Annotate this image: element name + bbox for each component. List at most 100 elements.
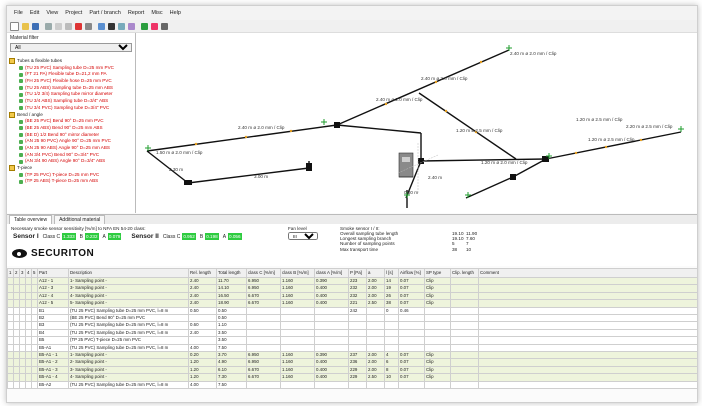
table-row[interactable]: B5-A1 - 3 3- Sampling point -1.20 6.10 6.67… xyxy=(7,365,697,375)
cell-a: 0.400 xyxy=(314,291,349,301)
cell-part: B1 xyxy=(37,306,69,316)
column-header[interactable]: a xyxy=(366,268,385,278)
table-row[interactable]: A12 - 1 1- Sampling point -2.40 11.70 6.950… xyxy=(7,276,697,286)
menu-file[interactable]: File xyxy=(14,10,23,16)
tree-group[interactable]: Bend / angle xyxy=(9,112,133,119)
column-header[interactable]: l [s] xyxy=(384,268,399,278)
cell-c xyxy=(246,328,281,338)
sampling-point-icon[interactable] xyxy=(321,119,327,125)
cell-al: 2.00 xyxy=(366,284,385,293)
tree-item[interactable]: (TU 3/4 ABS) Sampling tube D=3/4" ABS xyxy=(9,98,133,105)
zoom-icon[interactable] xyxy=(118,22,125,30)
column-header[interactable]: SP type xyxy=(424,268,451,278)
cell-comment xyxy=(478,291,697,301)
menu-project[interactable]: Project xyxy=(65,10,82,16)
tree-label: (FH 25 PVC) Flexible hose D=25 mm PVC xyxy=(25,78,112,84)
column-header[interactable]: Total length xyxy=(216,268,247,278)
cell-a: 0.400 xyxy=(314,373,349,382)
cell-rel: 2.40 xyxy=(188,328,217,338)
table-row[interactable]: B5-A1 - 1 1- Sampling point -0.20 3.70 6.95… xyxy=(7,351,697,360)
part-icon xyxy=(19,92,23,97)
tree-item[interactable]: (AN 3/4 90 ABS) Angle 90° D=3/4" ABS xyxy=(9,158,133,165)
table-row[interactable]: A12 - 4 4- Sampling point -2.40 16.50 6.670… xyxy=(7,291,697,301)
menu-view[interactable]: View xyxy=(46,10,58,16)
table-row[interactable]: B5-A2 (TU 25 PVC) Sampling tube D=25 mm P… xyxy=(7,380,697,390)
paste-icon[interactable] xyxy=(65,22,72,30)
table-icon[interactable] xyxy=(98,22,105,30)
undo-icon[interactable] xyxy=(85,22,92,30)
angle-icon[interactable] xyxy=(151,22,158,30)
table-row[interactable]: B3 (TU 25 PVC) Sampling tube D=25 mm PVC,… xyxy=(7,321,697,330)
tree-item[interactable]: (TU 25 PVC) Sampling tube D=25 mm PVC xyxy=(9,65,133,72)
column-header[interactable]: class A [%/m] xyxy=(314,268,349,278)
copy-icon[interactable] xyxy=(55,22,62,30)
table-row[interactable]: B4 (TU 25 PVC) Sampling tube D=25 mm PVC,… xyxy=(7,328,697,338)
print-icon[interactable] xyxy=(45,22,52,30)
table-row[interactable]: A12 - 3 3- Sampling point -2.40 14.10 6.950… xyxy=(7,284,697,293)
tree-label: (AN 3/4 PVC) Bend 90° D=3/4" PVC xyxy=(25,151,100,157)
tab-table-overview[interactable]: Table overview xyxy=(9,215,53,224)
column-header[interactable]: class B [%/m] xyxy=(280,268,315,278)
tree-item[interactable]: (TU 3/4 PVC) Sampling tube D=3/4" PVC xyxy=(9,105,133,112)
tree-item[interactable]: (BE 25 PVC) Bend 90° D=25 mm PVC xyxy=(9,118,133,125)
cell-p: 232 xyxy=(348,284,367,293)
open-folder-icon[interactable] xyxy=(22,22,29,30)
tree-item[interactable]: (BE D) 1/2 Bend 90° mirror diameter xyxy=(9,132,133,139)
detector-unit[interactable] xyxy=(398,152,414,178)
tree-group[interactable]: T-piece xyxy=(9,165,133,172)
cell-sp: Clip xyxy=(424,373,451,382)
column-header[interactable]: Rel. length xyxy=(188,268,217,278)
column-header[interactable]: Airflow [%] xyxy=(398,268,425,278)
tree-item[interactable]: (AN 25 90 ABS) Angle 90° D=25 mm ABS xyxy=(9,145,133,152)
table-row[interactable]: B5-A1 - 2 2- Sampling point -1.20 4.90 6.95… xyxy=(7,358,697,367)
table-row[interactable]: A12 - 5 5- Sampling point -2.40 18.90 6.670… xyxy=(7,299,697,308)
sampling-point-icon[interactable] xyxy=(678,126,684,132)
tree-item[interactable]: (AN 25 90 PVC) Angle 90° D=25 mm PVC xyxy=(9,138,133,145)
tree-item[interactable]: (TU 1/2 3/4) Sampling tube mirror diamet… xyxy=(9,91,133,98)
column-header[interactable]: Part xyxy=(37,268,69,278)
material-filter-select[interactable]: All xyxy=(10,43,132,52)
delete-icon[interactable] xyxy=(75,22,82,30)
add-point-icon[interactable] xyxy=(141,22,148,30)
cell-al xyxy=(366,343,385,353)
tab-additional-material[interactable]: Additional material xyxy=(54,215,106,224)
cell-comment xyxy=(478,380,697,390)
cell-c: 6.950 xyxy=(246,284,281,293)
tree-item[interactable]: (TP 25 ABS) T-piece D=25 mm ABS xyxy=(9,178,133,185)
tree-item[interactable]: (BE 25 ABS) Bend 90° D=25 mm ABS xyxy=(9,125,133,132)
cell-clip-length xyxy=(450,373,479,382)
fan-level-select[interactable]: III xyxy=(288,232,318,240)
tree-item[interactable]: (FT 21 PA) Flexible tube D=21,2 mm PA xyxy=(9,71,133,78)
table-row[interactable]: B2 (BE 25 PVC) Bend 90° D=25 mm PVC 0.50 xyxy=(7,314,697,323)
column-header[interactable]: P [Pa] xyxy=(348,268,367,278)
cell-tot: 6.10 xyxy=(216,365,247,375)
tree-item[interactable]: (FH 25 PVC) Flexible hose D=25 mm PVC xyxy=(9,78,133,85)
tree-item[interactable]: (AN 3/4 PVC) Bend 90° D=3/4" PVC xyxy=(9,152,133,159)
sampling-point-icon[interactable] xyxy=(465,192,471,198)
column-header[interactable]: Comment xyxy=(478,268,697,278)
dropdown-tool-icon[interactable] xyxy=(161,22,168,30)
menu-report[interactable]: Report xyxy=(128,10,145,16)
table-row[interactable]: B5 (TP 25 PVC) T-piece D=25 mm PVC 3.50 xyxy=(7,336,697,345)
piping-drawing-canvas[interactable]: 2.40 m ø 2.0 mm / Clip 2.40 m ø 2.0 mm /… xyxy=(136,33,697,213)
menu-misc[interactable]: Misc xyxy=(151,10,162,16)
cell-p xyxy=(348,321,367,330)
table-row[interactable]: B1 (TU 25 PVC) Sampling tube D=25 mm PVC,… xyxy=(7,306,697,316)
menu-help[interactable]: Help xyxy=(170,10,181,16)
calculate-icon[interactable] xyxy=(108,22,115,30)
table-row[interactable]: B5-A1 - 4 4- Sampling point -1.20 7.30 6.67… xyxy=(7,373,697,382)
menu-part-branch[interactable]: Part / branch xyxy=(89,10,121,16)
column-header[interactable]: Description xyxy=(68,268,189,278)
column-header[interactable]: Clip. length xyxy=(450,268,479,278)
tree-group[interactable]: Tubes & flexible tubes xyxy=(9,58,133,65)
tree-item[interactable]: (TU 25 ABS) Sampling tube D=25 mm ABS xyxy=(9,85,133,92)
tree-item[interactable]: (TP 25 PVC) T-piece D=25 mm PVC xyxy=(9,172,133,179)
save-icon[interactable] xyxy=(32,22,39,30)
column-header[interactable]: class C [%/m] xyxy=(246,268,281,278)
view-3d-icon[interactable] xyxy=(128,22,135,30)
summary-key: Max transport time xyxy=(340,246,379,252)
menu-edit[interactable]: Edit xyxy=(30,10,39,16)
new-file-icon[interactable] xyxy=(10,21,19,31)
table-row[interactable]: B5-A1 (TU 25 PVC) Sampling tube D=25 mm P… xyxy=(7,343,697,353)
cell-desc: 3- Sampling point - xyxy=(68,284,189,293)
